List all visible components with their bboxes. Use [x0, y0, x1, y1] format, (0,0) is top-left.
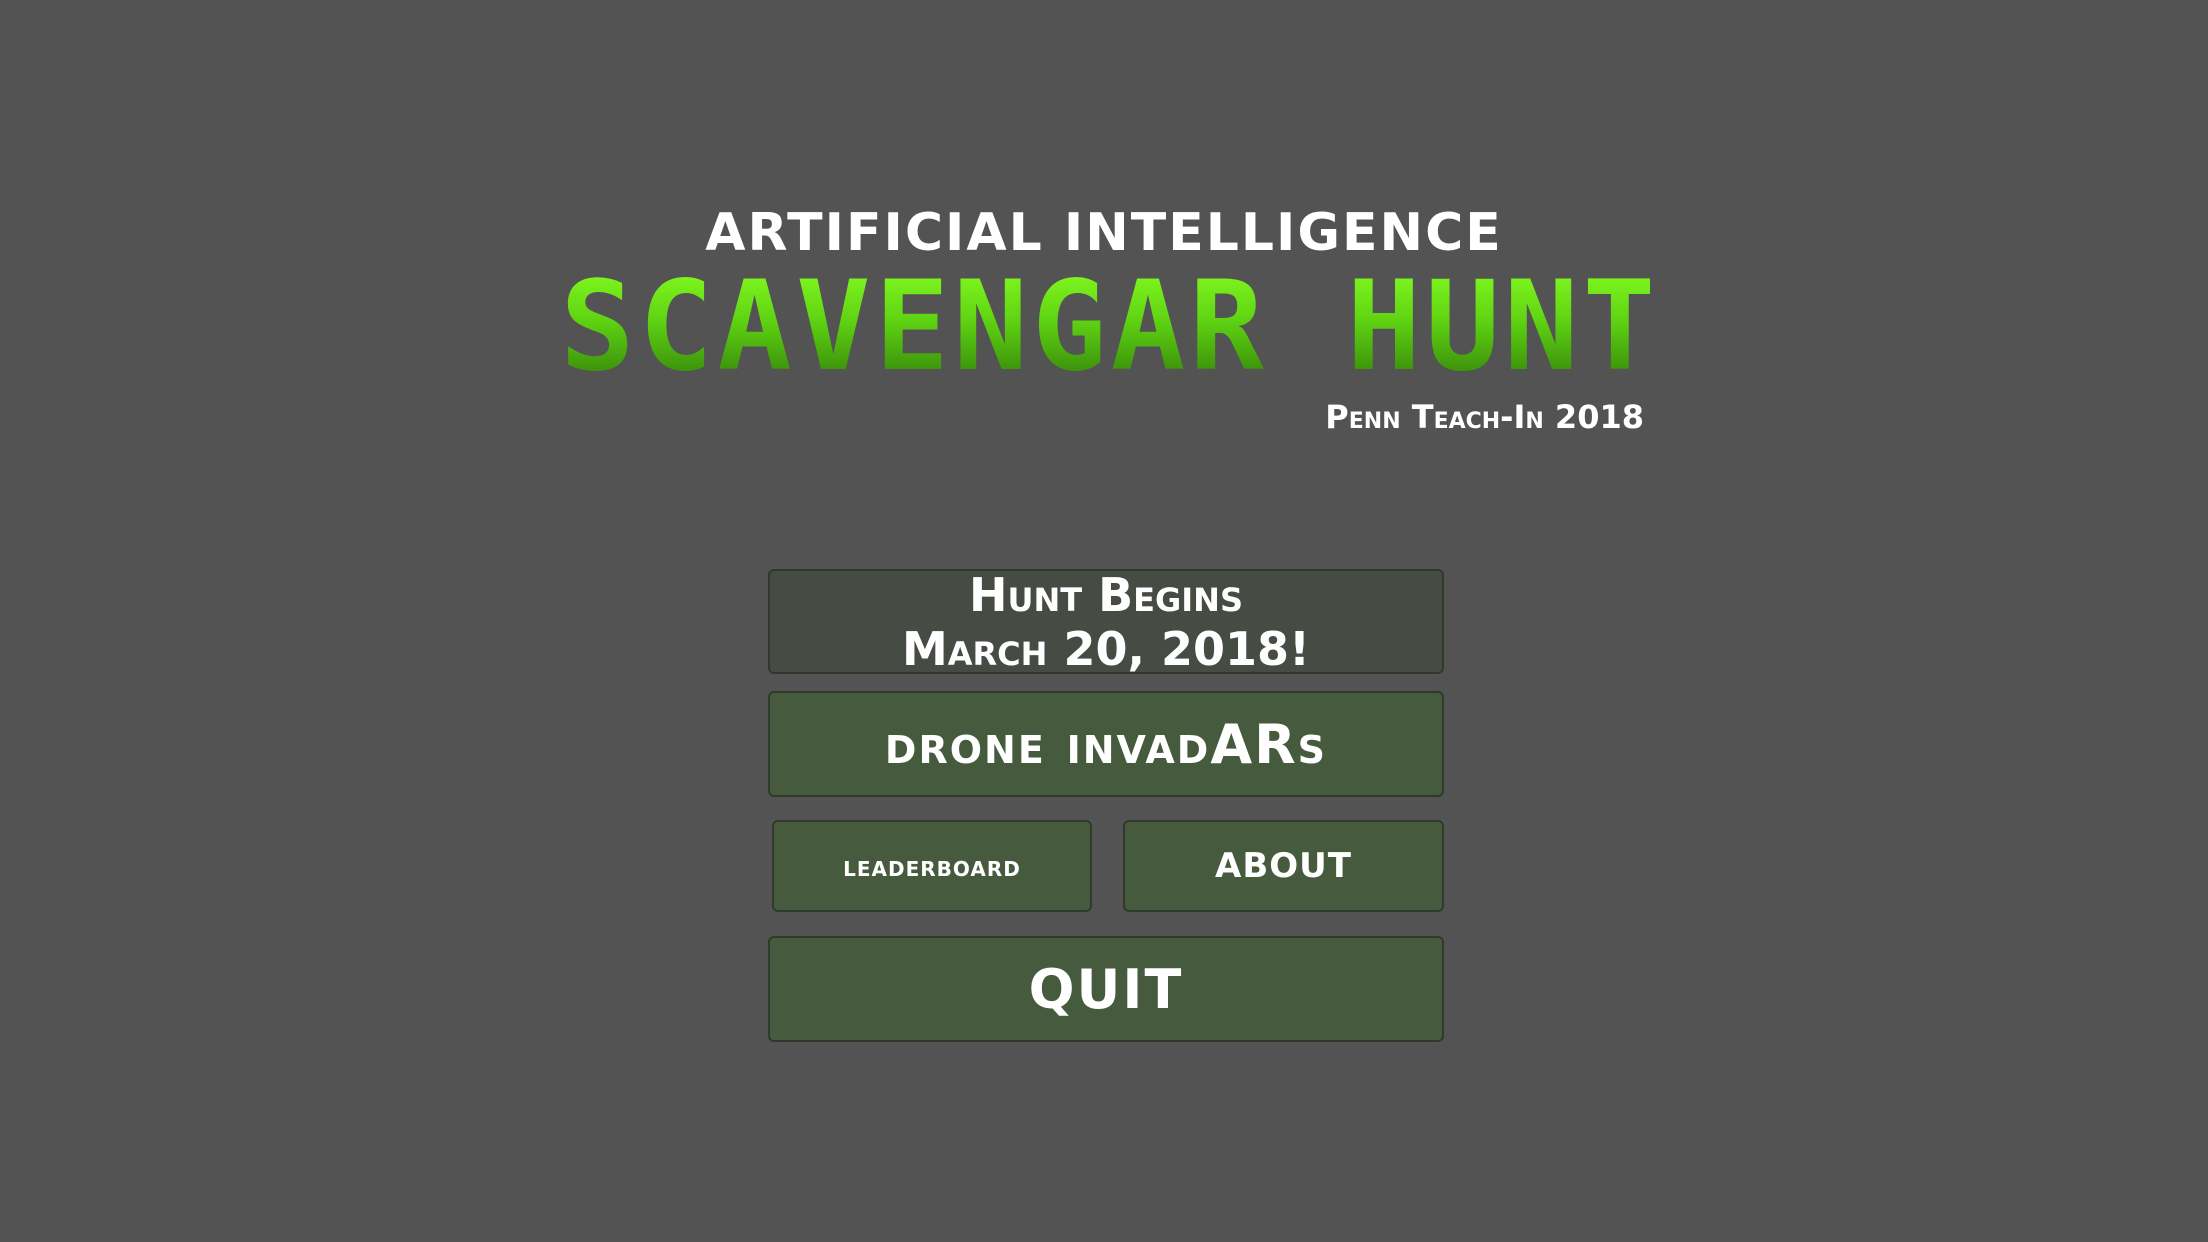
- main-menu-screen: ARTIFICIAL INTELLIGENCE SCAVENGAR HUNT P…: [0, 0, 2208, 1242]
- quit-label: QUIT: [1028, 957, 1184, 1021]
- drone-invaders-label: drone invadARs: [884, 712, 1328, 776]
- leaderboard-label: leaderboard: [843, 849, 1021, 883]
- game-title-logo: SCAVENGAR HUNT: [560, 255, 1662, 399]
- announcement-line-2: March 20, 2018!: [902, 621, 1310, 676]
- drone-invaders-button[interactable]: drone invadARs: [768, 691, 1444, 797]
- announcement-line-1: Hunt Begins: [968, 567, 1244, 622]
- quit-button[interactable]: QUIT: [768, 936, 1444, 1042]
- leaderboard-button[interactable]: leaderboard: [772, 820, 1092, 912]
- event-tagline: Penn Teach-In 2018: [1325, 398, 1644, 436]
- about-button[interactable]: ABOUT: [1123, 820, 1444, 912]
- about-label: ABOUT: [1215, 846, 1352, 886]
- hunt-start-announcement: Hunt Begins March 20, 2018!: [768, 567, 1444, 676]
